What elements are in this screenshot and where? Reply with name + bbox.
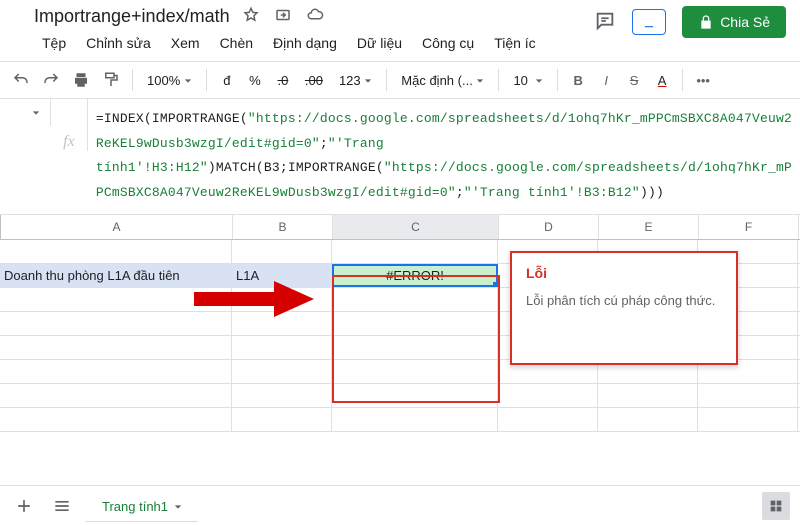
share-button[interactable]: Chia Sẻ [682,6,786,38]
text-color-button[interactable]: A [650,68,674,92]
column-header-c[interactable]: C [333,215,499,239]
fx-icon: fx [51,99,88,151]
menu-extensions[interactable]: Tiện íc [486,31,544,55]
menu-format[interactable]: Định dạng [265,31,345,55]
currency-button[interactable]: đ [215,68,239,92]
menu-file[interactable]: Tệp [34,31,74,55]
explore-button[interactable] [762,492,790,520]
font-dropdown[interactable]: Mặc định (... [395,68,490,92]
present-button[interactable] [632,9,666,35]
zoom-dropdown[interactable]: 100% [141,68,198,92]
move-icon[interactable] [274,6,292,27]
column-header-b[interactable]: B [233,215,333,239]
document-title[interactable]: Importrange+index/math [34,6,230,27]
star-icon[interactable] [242,6,260,27]
column-header-d[interactable]: D [499,215,599,239]
error-tooltip: Lỗi Lỗi phân tích cú pháp công thức. [510,251,738,365]
number-format-dropdown[interactable]: 123 [333,68,378,92]
menu-insert[interactable]: Chèn [212,31,261,55]
cell-a5[interactable]: Doanh thu phòng L1A đầu tiên [0,264,232,287]
column-header-f[interactable]: F [699,215,799,239]
column-header-e[interactable]: E [599,215,699,239]
menu-data[interactable]: Dữ liệu [349,31,410,55]
increase-decimal-button[interactable]: .00 [299,68,329,92]
formula-bar[interactable]: =INDEX(IMPORTRANGE("https://docs.google.… [88,99,800,214]
print-button[interactable] [68,68,94,92]
more-toolbar-button[interactable]: ••• [691,68,715,92]
bold-button[interactable]: B [566,68,590,92]
sheet-tab-active[interactable]: Trang tính1 [86,489,198,522]
font-size-dropdown[interactable]: 10 [507,68,549,92]
add-sheet-button[interactable] [10,492,38,520]
all-sheets-button[interactable] [48,492,76,520]
menu-view[interactable]: Xem [163,31,208,55]
menu-tools[interactable]: Công cụ [414,31,482,55]
tooltip-title: Lỗi [526,265,722,281]
sheet-tab-label: Trang tính1 [102,499,168,514]
column-header-a[interactable]: A [1,215,233,239]
undo-button[interactable] [8,68,34,92]
sheet-tab-menu-icon[interactable] [174,499,182,514]
redo-button[interactable] [38,68,64,92]
paint-format-button[interactable] [98,68,124,92]
italic-button[interactable]: I [594,68,618,92]
cell-b5[interactable]: L1A [232,264,332,287]
decrease-decimal-button[interactable]: .0 [271,68,295,92]
cloud-icon[interactable] [306,6,324,27]
menu-edit[interactable]: Chỉnh sửa [78,31,159,55]
sheet-tab-bar: Trang tính1 [0,485,800,525]
toolbar: 100% đ % .0 .00 123 Mặc định (... 10 B I… [0,62,800,99]
spreadsheet-grid[interactable]: A B C D E F Doanh thu phòng L1A đầu tiên… [0,215,800,432]
cell-c5-error[interactable]: #ERROR! [332,264,498,287]
tooltip-text: Lỗi phân tích cú pháp công thức. [526,291,722,311]
comments-icon[interactable] [594,10,616,35]
percent-button[interactable]: % [243,68,267,92]
strike-button[interactable]: S [622,68,646,92]
share-label: Chia Sẻ [720,14,770,30]
name-box[interactable] [0,99,50,126]
